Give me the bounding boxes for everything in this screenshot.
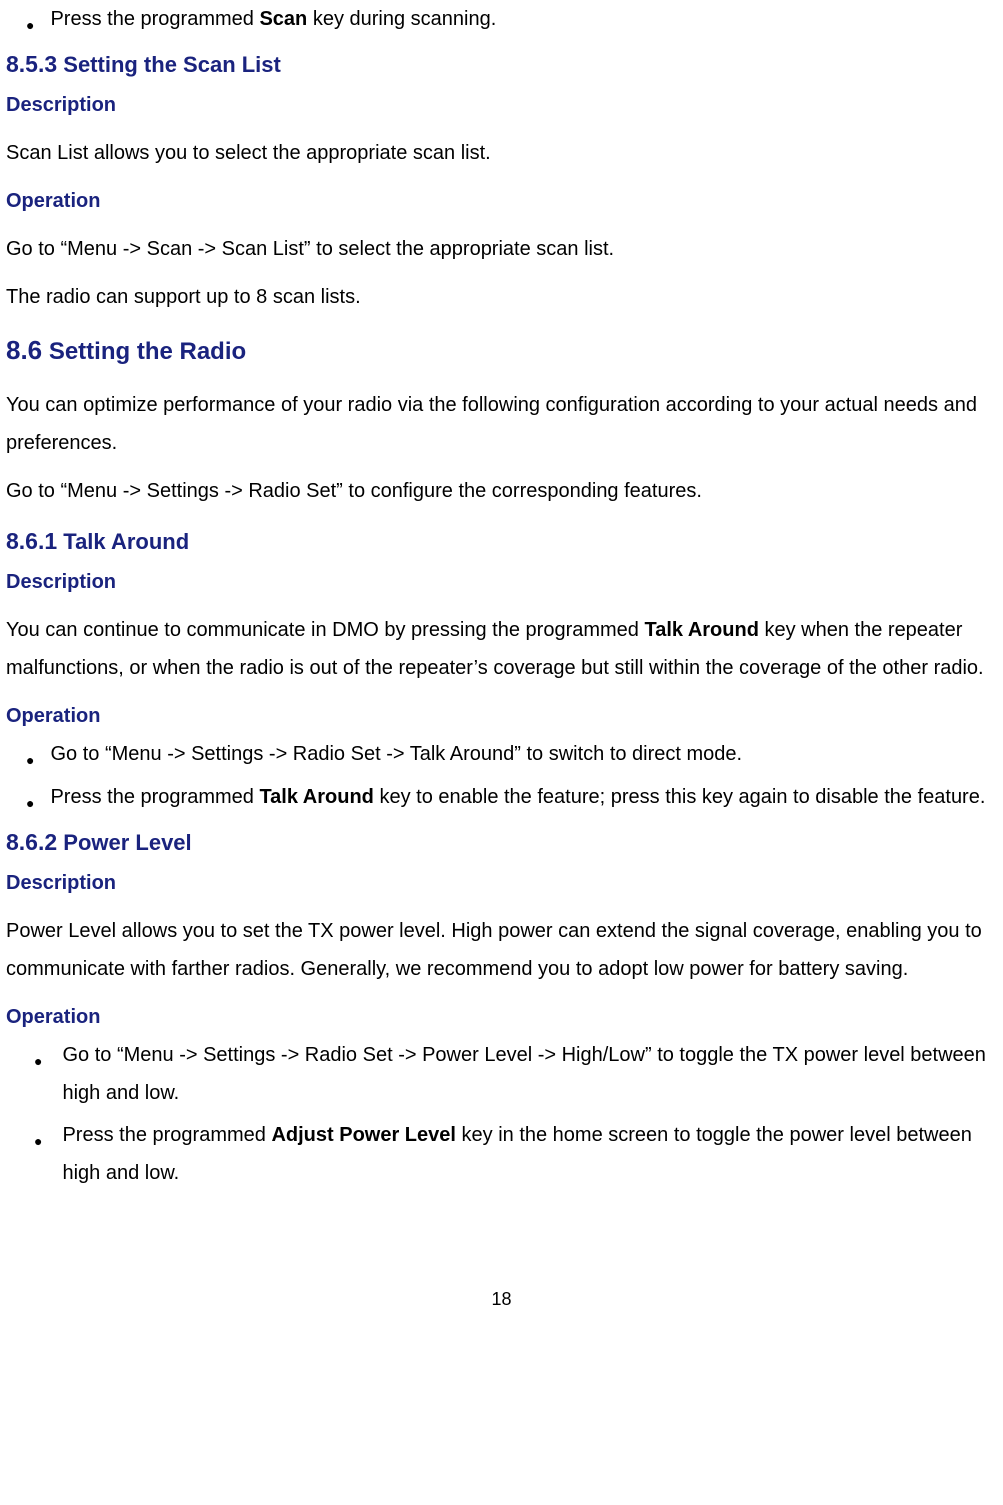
bullet-text: Go to “Menu -> Settings -> Radio Set -> … [58,1036,997,1112]
paragraph: Go to “Menu -> Settings -> Radio Set” to… [6,472,997,510]
text-bold: Talk Around [259,786,373,808]
text-bold: Adjust Power Level [271,1124,456,1146]
paragraph: Scan List allows you to select the appro… [6,134,997,172]
heading-8-6-2: 8.6.2 Power Level [6,821,997,865]
bullet-talk-around-key: ● Press the programmed Talk Around key t… [6,778,997,817]
bullet-icon: ● [34,1128,42,1155]
paragraph: You can continue to communicate in DMO b… [6,611,997,687]
heading-number: 8.6.2 [6,829,57,855]
heading-8-5-3: 8.5.3 Setting the Scan List [6,43,997,87]
subhead-operation: Operation [6,182,997,220]
text-fragment: key to enable the feature; press this ke… [374,786,986,808]
paragraph: You can optimize performance of your rad… [6,386,997,462]
heading-8-6-1: 8.6.1 Talk Around [6,520,997,564]
subhead-operation: Operation [6,998,997,1036]
paragraph: Power Level allows you to set the TX pow… [6,912,997,988]
bullet-text: Press the programmed Adjust Power Level … [58,1116,997,1192]
heading-title: Talk Around [57,529,189,554]
heading-title: Power Level [57,830,192,855]
bullet-scan-key: ● Press the programmed Scan key during s… [6,0,997,39]
text-bold: Scan [259,8,307,30]
paragraph: Go to “Menu -> Scan -> Scan List” to sel… [6,230,997,268]
text-fragment: key during scanning. [307,8,496,30]
subhead-description: Description [6,86,997,124]
bullet-icon: ● [26,747,34,774]
text-bold: Talk Around [644,619,758,641]
bullet-power-level-menu: ● Go to “Menu -> Settings -> Radio Set -… [6,1036,997,1112]
heading-title: Setting the Scan List [57,52,281,77]
text-fragment: Press the programmed [50,786,259,808]
subhead-description: Description [6,864,997,902]
heading-number: 8.6 [6,335,42,365]
text-fragment: Press the programmed [62,1124,271,1146]
bullet-text: Press the programmed Scan key during sca… [50,0,997,38]
bullet-icon: ● [26,790,34,817]
bullet-text: Go to “Menu -> Settings -> Radio Set -> … [50,735,997,773]
text-fragment: You can continue to communicate in DMO b… [6,619,644,641]
bullet-icon: ● [34,1048,42,1075]
bullet-text: Press the programmed Talk Around key to … [50,778,997,816]
heading-number: 8.6.1 [6,528,57,554]
subhead-operation: Operation [6,697,997,735]
paragraph: The radio can support up to 8 scan lists… [6,278,997,316]
bullet-power-level-key: ● Press the programmed Adjust Power Leve… [6,1116,997,1192]
text-fragment: Press the programmed [50,8,259,30]
heading-number: 8.5.3 [6,51,57,77]
page-number: 18 [6,1282,997,1316]
subhead-description: Description [6,563,997,601]
bullet-talk-around-menu: ● Go to “Menu -> Settings -> Radio Set -… [6,735,997,774]
heading-title: Setting the Radio [42,338,246,365]
heading-8-6: 8.6 Setting the Radio [6,326,997,375]
bullet-icon: ● [26,12,34,39]
